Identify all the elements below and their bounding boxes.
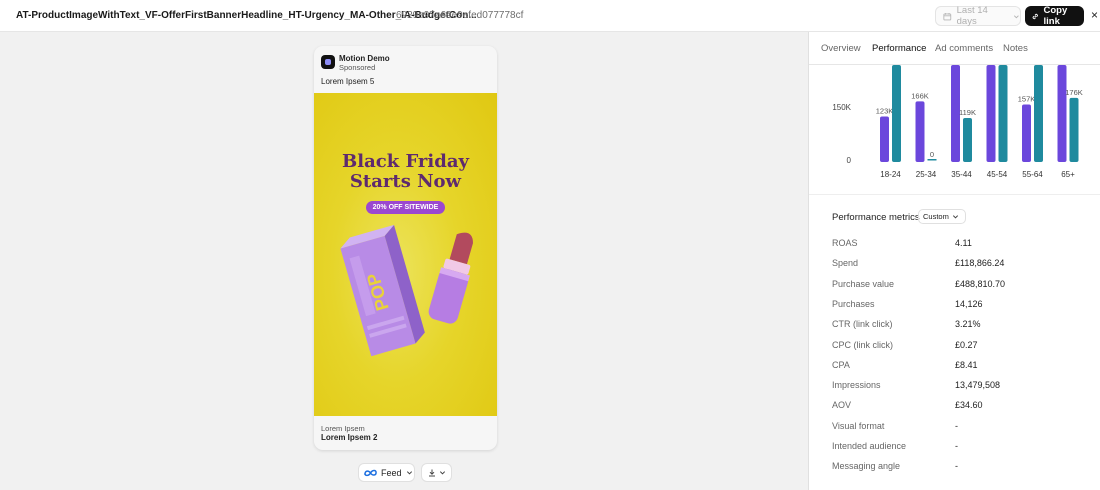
chart-bar	[1069, 97, 1079, 162]
metric-value: 14,126	[955, 298, 983, 309]
ad-creative-image: Black Friday Starts Now 20% OFF SITEWIDE…	[314, 93, 497, 416]
chart-bar	[998, 65, 1008, 162]
chart-bar	[892, 65, 901, 162]
chevron-down-icon	[952, 215, 958, 219]
metrics-preset-label: Custom	[923, 212, 949, 221]
metrics-title: Performance metrics	[832, 212, 920, 223]
metric-label: Purchase value	[832, 278, 895, 289]
copy-link-button[interactable]: Copy link	[1025, 5, 1084, 27]
x-tick-label: 45-54	[987, 170, 1008, 179]
details-tabs: Overview Performance Ad comments Notes	[809, 32, 1100, 65]
chevron-down-icon	[406, 471, 412, 475]
chevron-down-icon	[1014, 14, 1020, 18]
metric-row: Purchases 14,126	[832, 299, 1092, 313]
x-tick-label: 55-64	[1022, 170, 1043, 179]
metric-value: £118,866.24	[955, 258, 1005, 269]
chart-bar	[1057, 65, 1067, 162]
details-panel: Overview Performance Ad comments Notes 1…	[808, 32, 1100, 490]
meta-icon	[364, 469, 377, 476]
chart-bar	[915, 101, 925, 162]
metric-row: ROAS 4.11	[832, 238, 1092, 252]
date-range-label: Last 14 days	[956, 5, 988, 27]
chevron-down-icon	[439, 471, 445, 475]
age-breakdown-chart: 150K0123K314K18-24166K025-34119K35-44274…	[832, 65, 1083, 179]
x-tick-label: 25-34	[916, 170, 937, 179]
primary-text: Lorem Ipsem 5	[321, 77, 375, 86]
data-label: 119K	[959, 108, 976, 117]
chart-bar	[963, 117, 972, 162]
chart-bar	[1022, 104, 1031, 162]
metric-label: CTR (link click)	[832, 319, 893, 330]
download-icon	[428, 469, 435, 476]
footer-headline: Lorem Ipsem 2	[321, 433, 378, 442]
brand-name: Motion Demo	[339, 54, 390, 63]
sponsored-label: Sponsored	[339, 63, 376, 72]
metric-label: Intended audience	[832, 441, 907, 451]
metric-label: Spend	[832, 258, 859, 269]
copy-link-label: Copy link	[1043, 5, 1068, 27]
chart-bar	[927, 159, 937, 161]
y-tick-label: 0	[847, 156, 852, 165]
data-label: 166K	[911, 91, 929, 100]
placement-label: Feed	[381, 467, 402, 478]
metric-label: Purchases	[832, 298, 875, 309]
metric-value: -	[955, 461, 958, 472]
ad-id: 6929e97a69e9efed077778cf	[396, 10, 524, 21]
y-tick-label: 150K	[832, 103, 851, 112]
metric-label: Impressions	[832, 380, 881, 391]
metric-label: ROAS	[832, 238, 858, 248]
data-label: 157K	[1018, 95, 1036, 104]
placement-dropdown[interactable]: Feed	[358, 463, 415, 482]
metric-value: £8.41	[955, 359, 978, 370]
metric-value: £488,810.70	[955, 278, 1006, 289]
metric-value: 4.11	[955, 238, 972, 248]
x-tick-label: 18-24	[880, 170, 901, 179]
metric-value: £0.27	[955, 339, 978, 350]
section-divider	[809, 194, 1100, 195]
data-label: 176K	[1065, 88, 1083, 97]
metric-value: -	[955, 420, 958, 431]
metric-label: Messaging angle	[832, 461, 901, 472]
tab-performance[interactable]: Performance	[872, 43, 926, 54]
data-label: 0	[930, 150, 934, 159]
metric-label: Visual format	[832, 420, 885, 431]
metric-row: CPA £8.41	[832, 360, 1092, 374]
metric-label: AOV	[832, 400, 852, 411]
metric-row: Impressions 13,479,508	[832, 380, 1092, 394]
chart-bar	[880, 116, 889, 162]
date-range-button[interactable]: Last 14 days	[935, 5, 1021, 27]
brand-avatar	[321, 55, 335, 69]
top-bar: AT-ProductImageWithText_VF-OfferFirstBan…	[0, 0, 1100, 32]
calendar-icon	[943, 12, 952, 20]
ad-preview-card: Motion Demo Sponsored Lorem Ipsem 5 Blac…	[314, 46, 497, 450]
metric-row: Messaging angle -	[832, 461, 1092, 475]
metric-row: Visual format -	[832, 421, 1092, 435]
link-icon	[1032, 13, 1038, 19]
metric-row: Spend £118,866.24	[832, 258, 1092, 272]
metrics-preset-dropdown[interactable]: Custom	[918, 209, 966, 224]
metric-value: 3.21%	[955, 319, 981, 330]
metric-value: £34.60	[955, 400, 983, 411]
metric-value: -	[955, 441, 958, 451]
data-label: 123K	[876, 107, 894, 116]
footer-caption: Lorem Ipsem	[321, 424, 365, 433]
product-illustration: POP	[340, 224, 473, 357]
close-icon[interactable]: ×	[1091, 8, 1098, 22]
metric-value: 13,479,508	[955, 380, 1001, 391]
metric-row: Intended audience -	[832, 441, 1092, 455]
x-tick-label: 65+	[1061, 170, 1075, 179]
tab-overview[interactable]: Overview	[821, 43, 861, 54]
metric-label: CPC (link click)	[832, 339, 894, 350]
tab-notes[interactable]: Notes	[1003, 43, 1028, 54]
tab-ad-comments[interactable]: Ad comments	[935, 43, 993, 54]
chart-bar	[986, 65, 996, 162]
x-tick-label: 35-44	[951, 170, 972, 179]
metric-row: CPC (link click) £0.27	[832, 340, 1092, 354]
metric-row: CTR (link click) 3.21%	[832, 319, 1092, 333]
metric-label: CPA	[832, 359, 850, 370]
metric-row: Purchase value £488,810.70	[832, 279, 1092, 293]
chart-bar	[1034, 65, 1043, 162]
download-button[interactable]	[421, 463, 452, 482]
metric-row: AOV £34.60	[832, 400, 1092, 414]
